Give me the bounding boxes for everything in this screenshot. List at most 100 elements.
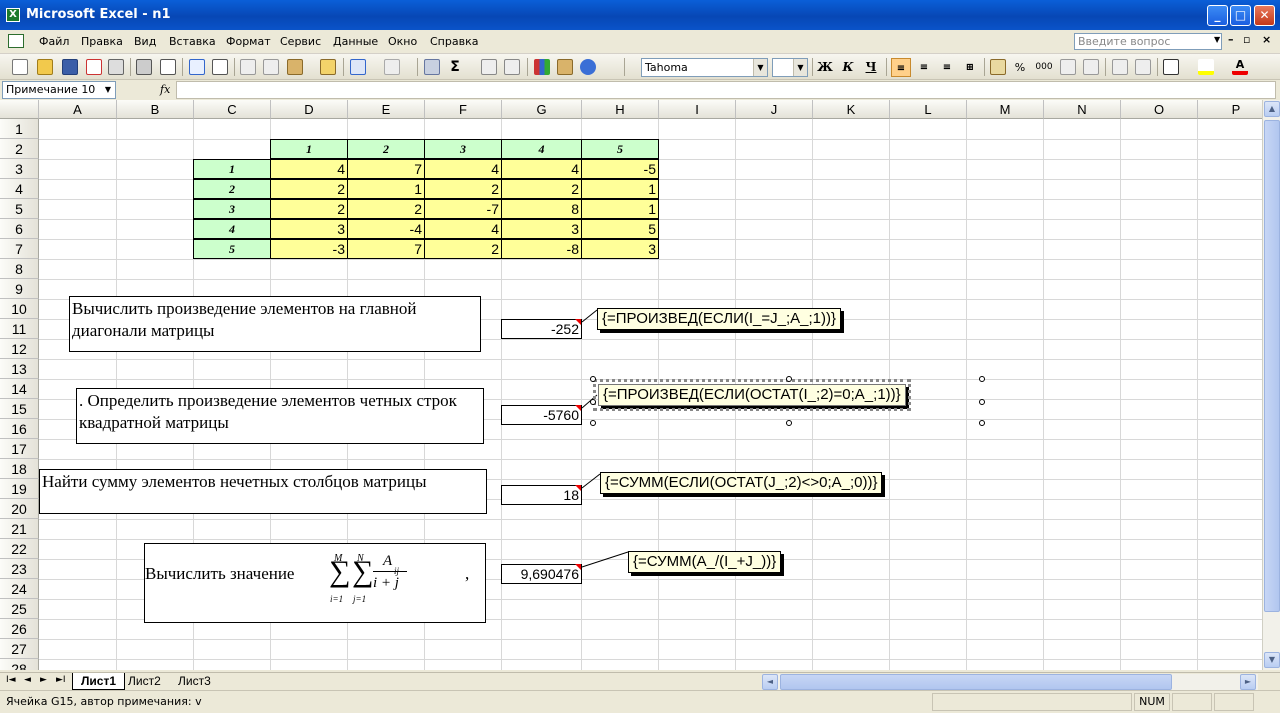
resize-handle[interactable] xyxy=(590,376,596,382)
align-right-button[interactable]: ≡ xyxy=(937,58,957,77)
close-button[interactable]: ✕ xyxy=(1254,5,1275,26)
percent-button[interactable]: % xyxy=(1010,58,1030,77)
scroll-down-icon[interactable]: ▼ xyxy=(1264,652,1280,668)
format-painter-icon[interactable] xyxy=(320,59,336,75)
thousands-button[interactable]: 000 xyxy=(1034,58,1054,77)
formula-bar: Примечание 10 ▼ fx xyxy=(0,80,1280,100)
email-icon[interactable] xyxy=(108,59,124,75)
spelling-icon[interactable] xyxy=(189,59,205,75)
insert-function-icon[interactable]: fx xyxy=(160,83,170,96)
increase-decimal-icon[interactable] xyxy=(1060,59,1076,75)
hscroll-thumb[interactable] xyxy=(780,674,1172,690)
help-dropdown-icon[interactable]: ▼ xyxy=(1214,35,1220,44)
italic-button[interactable]: К xyxy=(838,58,858,77)
menu-file[interactable]: Файл xyxy=(39,35,69,48)
drawing-icon[interactable] xyxy=(557,59,573,75)
cut-icon[interactable] xyxy=(240,59,256,75)
minimize-button[interactable]: _ xyxy=(1207,5,1228,26)
maximize-button[interactable]: □ xyxy=(1230,5,1251,26)
status-panel xyxy=(1172,693,1212,711)
comment-box[interactable]: {=СУММ(A_/(I_+J_))} xyxy=(628,551,782,573)
resize-handle[interactable] xyxy=(786,376,792,382)
decrease-indent-icon[interactable] xyxy=(1112,59,1128,75)
window-title: Microsoft Excel - n1 xyxy=(26,7,171,22)
sheet-tab-1[interactable]: Лист1 xyxy=(72,673,126,690)
status-bar: Ячейка G15, автор примечания: v NUM xyxy=(0,690,1280,713)
underline-button[interactable]: Ч xyxy=(861,58,881,77)
status-panel xyxy=(1214,693,1254,711)
menu-tools[interactable]: Сервис xyxy=(280,35,321,48)
comment-box[interactable]: {=СУММ(ЕСЛИ(ОСТАТ(J_;2)<>0;A_;0))} xyxy=(600,472,883,494)
worksheet-grid[interactable]: A B C D E F G H I J K L M N O P 1 2 3 4 … xyxy=(0,100,1262,670)
resize-handle[interactable] xyxy=(590,399,596,405)
scroll-thumb[interactable] xyxy=(1264,120,1280,612)
prev-sheet-icon[interactable]: ◄ xyxy=(24,675,31,685)
borders-icon[interactable] xyxy=(1163,59,1179,75)
formula-input[interactable] xyxy=(176,81,1276,99)
resize-handle[interactable] xyxy=(979,420,985,426)
sort-descending-icon[interactable] xyxy=(504,59,520,75)
name-box[interactable]: Примечание 10 ▼ xyxy=(2,81,116,99)
resize-handle[interactable] xyxy=(786,420,792,426)
font-size-select[interactable]: ▼ xyxy=(772,58,808,77)
permission-icon[interactable] xyxy=(86,59,102,75)
paste-icon[interactable] xyxy=(287,59,303,75)
sort-ascending-icon[interactable] xyxy=(481,59,497,75)
new-document-icon[interactable] xyxy=(12,59,28,75)
resize-handle[interactable] xyxy=(979,399,985,405)
comment-box[interactable]: {=ПРОИЗВЕД(ЕСЛИ(I_=J_;A_;1))} xyxy=(597,308,841,330)
currency-icon[interactable] xyxy=(990,59,1006,75)
bold-button[interactable]: Ж xyxy=(815,58,835,77)
menu-edit[interactable]: Правка xyxy=(81,35,123,48)
menu-help[interactable]: Справка xyxy=(430,35,478,48)
save-icon[interactable] xyxy=(62,59,78,75)
menu-data[interactable]: Данные xyxy=(333,35,378,48)
open-folder-icon[interactable] xyxy=(37,59,53,75)
fill-color-icon[interactable] xyxy=(1198,59,1214,75)
menu-insert[interactable]: Вставка xyxy=(169,35,216,48)
align-left-button[interactable]: ≡ xyxy=(891,58,911,77)
font-color-icon[interactable]: A xyxy=(1232,59,1248,75)
font-name-select[interactable]: Tahoma ▼ xyxy=(641,58,768,77)
decrease-decimal-icon[interactable] xyxy=(1083,59,1099,75)
align-center-button[interactable]: ≡ xyxy=(914,58,934,77)
hyperlink-icon[interactable] xyxy=(424,59,440,75)
increase-indent-icon[interactable] xyxy=(1135,59,1151,75)
menu-window[interactable]: Окно xyxy=(388,35,417,48)
redo-icon[interactable] xyxy=(384,59,400,75)
merge-center-button[interactable]: ⊞ xyxy=(960,58,980,77)
scroll-left-icon[interactable]: ◄ xyxy=(762,674,778,690)
doc-restore-button[interactable]: ▫ xyxy=(1243,33,1250,46)
sheet-tab-3[interactable]: Лист3 xyxy=(170,673,219,690)
document-icon[interactable] xyxy=(8,34,24,48)
research-icon[interactable] xyxy=(212,59,228,75)
vertical-scrollbar[interactable]: ▲ ▼ xyxy=(1262,100,1280,670)
last-sheet-icon[interactable]: ►I xyxy=(56,675,66,685)
menu-format[interactable]: Формат xyxy=(226,35,271,48)
excel-app-icon[interactable]: X xyxy=(6,8,20,22)
print-icon[interactable] xyxy=(136,59,152,75)
sheet-tab-2[interactable]: Лист2 xyxy=(120,673,169,690)
resize-handle[interactable] xyxy=(979,376,985,382)
autosum-icon[interactable]: Σ xyxy=(447,59,463,75)
next-sheet-icon[interactable]: ► xyxy=(40,675,47,685)
resize-handle[interactable] xyxy=(590,420,596,426)
num-lock-indicator: NUM xyxy=(1134,693,1170,711)
scroll-up-icon[interactable]: ▲ xyxy=(1264,101,1280,117)
menu-view[interactable]: Вид xyxy=(134,35,156,48)
doc-minimize-button[interactable]: – xyxy=(1228,33,1234,46)
print-preview-icon[interactable] xyxy=(160,59,176,75)
scroll-right-icon[interactable]: ► xyxy=(1240,674,1256,690)
menu-bar: Файл Правка Вид Вставка Формат Сервис Да… xyxy=(0,30,1280,54)
chart-wizard-icon[interactable] xyxy=(534,59,550,75)
help-question-input[interactable]: Введите вопрос xyxy=(1074,33,1222,50)
comment-box-selected[interactable]: {=ПРОИЗВЕД(ЕСЛИ(ОСТАТ(I_;2)=0;A_;1))} xyxy=(593,379,911,411)
copy-icon[interactable] xyxy=(263,59,279,75)
doc-close-button[interactable]: × xyxy=(1262,33,1271,46)
status-panel xyxy=(932,693,1132,711)
first-sheet-icon[interactable]: I◄ xyxy=(6,675,16,685)
undo-icon[interactable] xyxy=(350,59,366,75)
help-icon[interactable] xyxy=(580,59,596,75)
status-text: Ячейка G15, автор примечания: v xyxy=(6,695,202,708)
horizontal-scrollbar[interactable]: ◄ ► xyxy=(762,674,1258,690)
